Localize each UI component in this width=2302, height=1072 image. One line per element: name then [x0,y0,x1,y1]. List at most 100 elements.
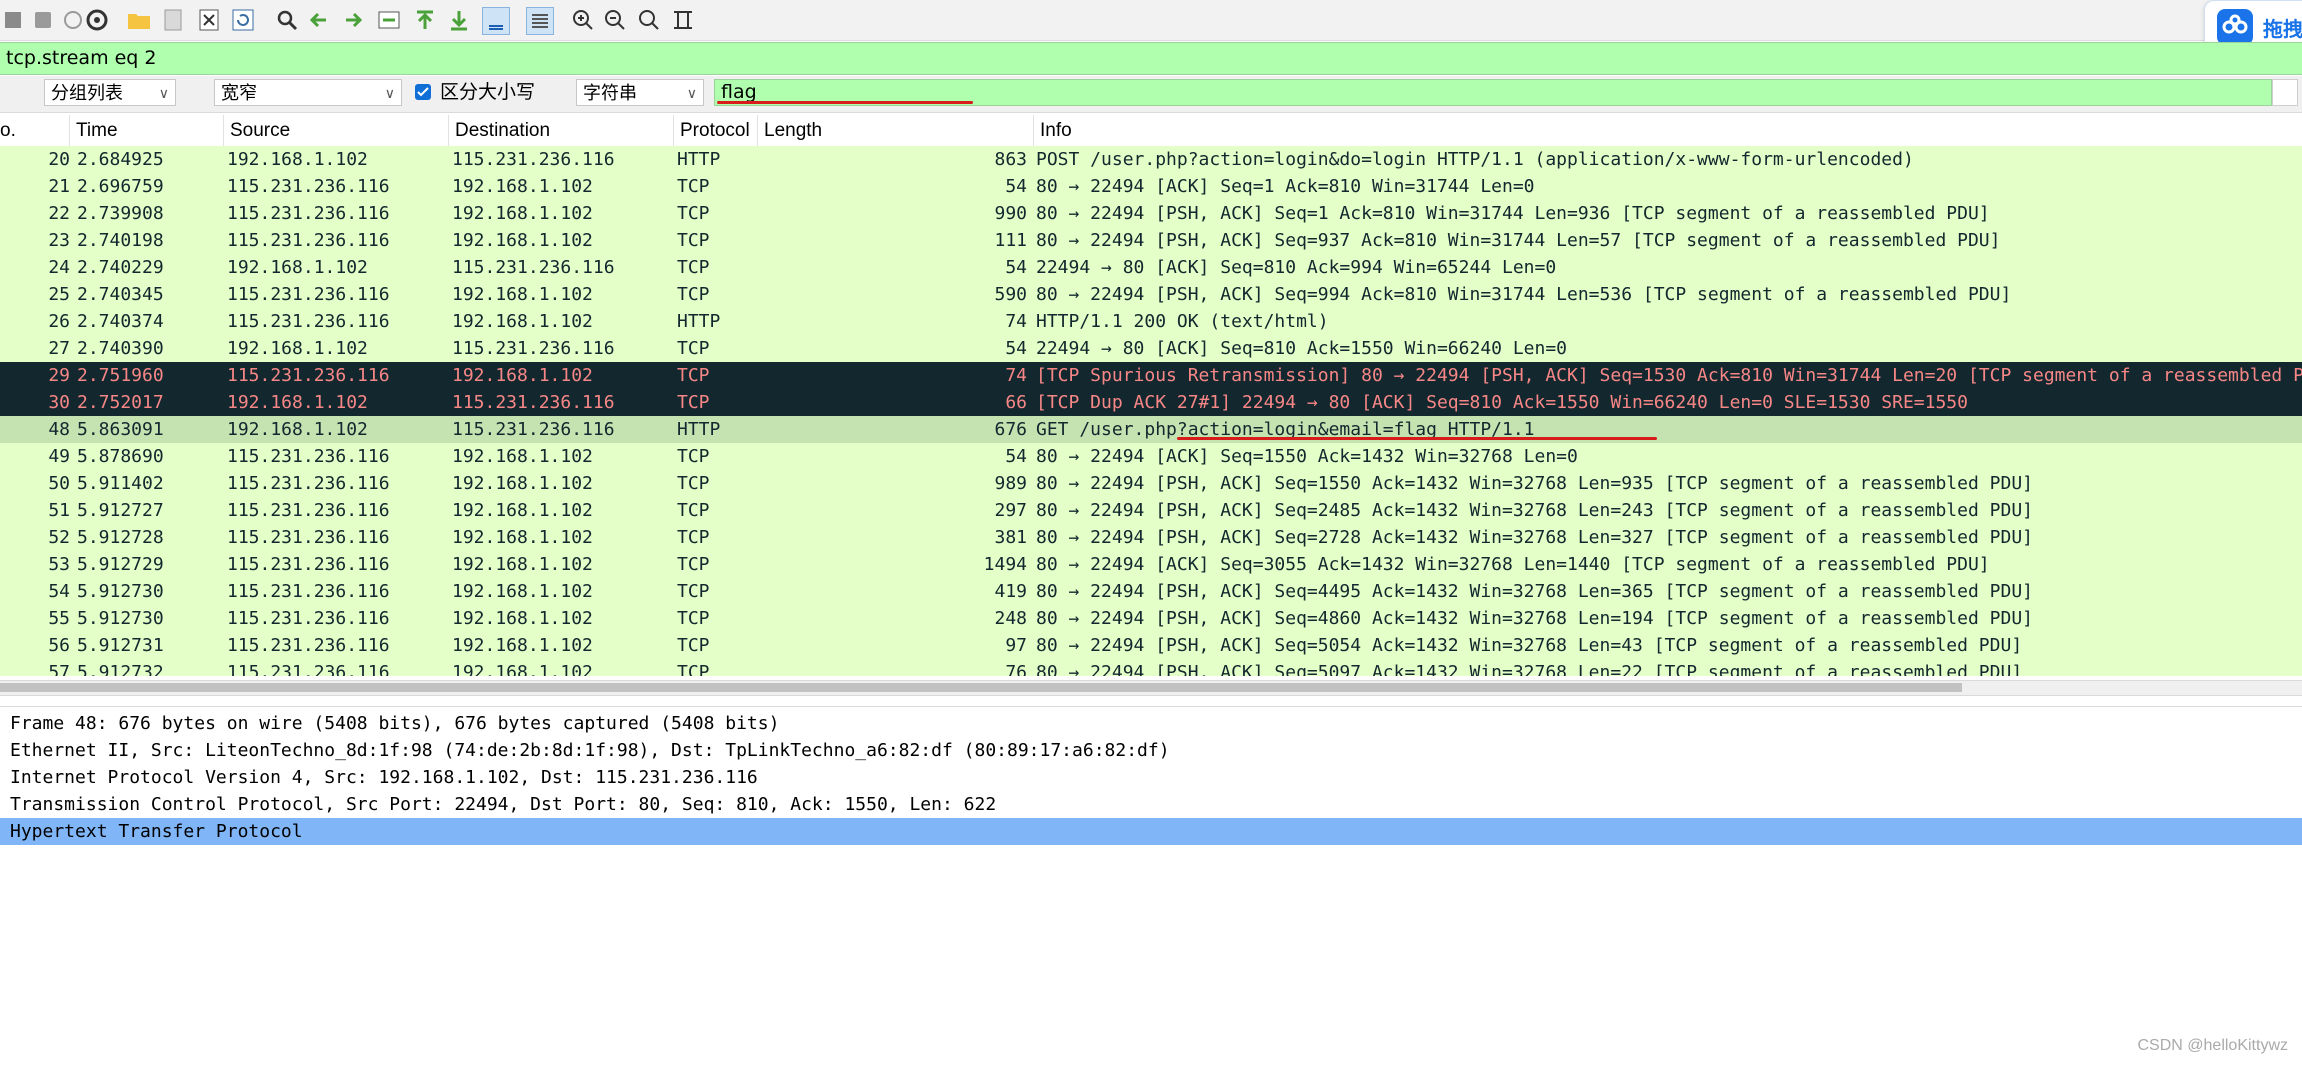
close-file-icon[interactable] [196,7,222,33]
table-row[interactable]: 25 2.740345 115.231.236.116 192.168.1.102 TC… [0,281,2302,308]
cell-destination: 115.231.236.116 [452,419,615,440]
table-row[interactable]: 56 5.912731 115.231.236.116 192.168.1.102 TC… [0,632,2302,659]
cell-no: 50 [48,473,70,494]
display-filter-input[interactable]: tcp.stream eq 2 [6,46,157,70]
table-row[interactable]: 26 2.740374 115.231.236.116 192.168.1.102 HT… [0,308,2302,335]
last-packet-icon[interactable] [446,7,472,33]
table-row[interactable]: 52 5.912728 115.231.236.116 192.168.1.102 TC… [0,524,2302,551]
cell-info: 80 → 22494 [ACK] Seq=1 Ack=810 Win=31744… [1036,176,1535,197]
cell-time: 5.912730 [77,608,164,629]
cell-destination: 192.168.1.102 [452,554,593,575]
auto-scroll-icon[interactable] [482,7,510,35]
column-info[interactable]: Info [1034,115,2302,146]
cell-info: 80 → 22494 [PSH, ACK] Seq=1 Ack=810 Win=… [1036,203,1990,224]
capture-options-icon[interactable] [60,7,86,33]
open-file-icon[interactable] [126,7,152,33]
table-row[interactable]: 20 2.684925 192.168.1.102 115.231.236.116 HT… [0,146,2302,173]
normal-size-icon[interactable] [636,7,662,33]
search-scope-value: 分组列表 [51,83,123,103]
table-row[interactable]: 49 5.878690 115.231.236.116 192.168.1.102 TC… [0,443,2302,470]
cell-no: 55 [48,608,70,629]
table-row[interactable]: 22 2.739908 115.231.236.116 192.168.1.102 TC… [0,200,2302,227]
cell-info: HTTP/1.1 200 OK (text/html) [1036,311,1329,332]
search-type-select[interactable]: 字符串 ∨ [576,79,704,106]
cell-protocol: TCP [677,392,710,413]
packet-list[interactable]: 20 2.684925 192.168.1.102 115.231.236.116 HT… [0,146,2302,676]
cell-info: 22494 → 80 [ACK] Seq=810 Ack=994 Win=652… [1036,257,1557,278]
detail-tree-item[interactable]: Hypertext Transfer Protocol [0,818,2302,845]
table-row[interactable]: 51 5.912727 115.231.236.116 192.168.1.102 TC… [0,497,2302,524]
colorize-icon[interactable] [526,7,554,35]
cell-info: 80 → 22494 [ACK] Seq=3055 Ack=1432 Win=3… [1036,554,1990,575]
column-destination[interactable]: Destination [449,115,674,146]
column-time[interactable]: Time [70,115,224,146]
cell-time: 5.912727 [77,500,164,521]
cell-time: 5.912732 [77,662,164,676]
table-row[interactable]: 50 5.911402 115.231.236.116 192.168.1.102 TC… [0,470,2302,497]
detail-tree-item[interactable]: Frame 48: 676 bytes on wire (5408 bits),… [0,710,2302,737]
cell-source: 192.168.1.102 [227,149,368,170]
restart-capture-icon[interactable] [30,7,56,33]
zoom-in-icon[interactable] [570,7,596,33]
gear-icon[interactable] [84,7,110,33]
table-row[interactable]: 23 2.740198 115.231.236.116 192.168.1.102 TC… [0,227,2302,254]
cell-length: 66 [1005,392,1027,413]
find-button[interactable] [2272,79,2298,106]
stop-capture-icon[interactable] [0,7,26,33]
save-file-icon[interactable] [160,7,186,33]
column-no[interactable]: o. [0,115,70,146]
cell-destination: 192.168.1.102 [452,635,593,656]
first-packet-icon[interactable] [412,7,438,33]
cell-protocol: TCP [677,284,710,305]
table-row[interactable]: 27 2.740390 192.168.1.102 115.231.236.116 TC… [0,335,2302,362]
cell-source: 115.231.236.116 [227,203,390,224]
table-row[interactable]: 24 2.740229 192.168.1.102 115.231.236.116 TC… [0,254,2302,281]
scrollbar-thumb[interactable] [0,683,1962,692]
column-protocol[interactable]: Protocol [674,115,758,146]
resize-columns-icon[interactable] [670,7,696,33]
cell-protocol: HTTP [677,149,721,170]
cell-length: 54 [1005,257,1027,278]
cell-protocol: TCP [677,581,710,602]
cell-time: 5.912730 [77,581,164,602]
cell-time: 5.911402 [77,473,164,494]
display-filter-bar: tcp.stream eq 2 [0,42,2302,75]
table-row[interactable]: 53 5.912729 115.231.236.116 192.168.1.102 TC… [0,551,2302,578]
cell-info: 80 → 22494 [PSH, ACK] Seq=5097 Ack=1432 … [1036,662,2023,676]
column-source[interactable]: Source [224,115,449,146]
detail-tree-item[interactable]: Ethernet II, Src: LiteonTechno_8d:1f:98 … [0,737,2302,764]
detail-tree-item[interactable]: Internet Protocol Version 4, Src: 192.16… [0,764,2302,791]
cell-length: 590 [994,284,1027,305]
table-row[interactable]: 29 2.751960 115.231.236.116 192.168.1.102 TC… [0,362,2302,389]
cell-no: 30 [48,392,70,413]
horizontal-scrollbar[interactable] [0,680,2302,696]
cell-no: 20 [48,149,70,170]
find-packet-icon[interactable] [274,7,300,33]
table-row[interactable]: 21 2.696759 115.231.236.116 192.168.1.102 TC… [0,173,2302,200]
cell-length: 74 [1005,365,1027,386]
search-type-value: 字符串 [583,83,637,103]
cell-source: 115.231.236.116 [227,311,390,332]
table-row[interactable]: 30 2.752017 192.168.1.102 115.231.236.116 TC… [0,389,2302,416]
column-length[interactable]: Length [758,115,1034,146]
table-row[interactable]: 55 5.912730 115.231.236.116 192.168.1.102 TC… [0,605,2302,632]
go-to-packet-icon[interactable] [376,7,402,33]
cell-source: 192.168.1.102 [227,257,368,278]
go-back-icon[interactable] [306,7,332,33]
zoom-out-icon[interactable] [602,7,628,33]
go-forward-icon[interactable] [340,7,366,33]
search-charset-select[interactable]: 宽窄 ∨ [214,79,402,106]
table-row-selected[interactable]: 48 5.863091 192.168.1.102 115.231.236.116 HT… [0,416,2302,443]
cell-time: 2.740345 [77,284,164,305]
chevron-down-icon: ∨ [384,85,395,101]
case-sensitive-checkbox[interactable] [415,84,431,100]
reload-icon[interactable] [230,7,256,33]
table-row[interactable]: 57 5.912732 115.231.236.116 192.168.1.102 TC… [0,659,2302,676]
cell-source: 115.231.236.116 [227,284,390,305]
cell-length: 54 [1005,176,1027,197]
cell-time: 5.912729 [77,554,164,575]
detail-tree-item[interactable]: Transmission Control Protocol, Src Port:… [0,791,2302,818]
search-charset-value: 宽窄 [221,83,257,103]
table-row[interactable]: 54 5.912730 115.231.236.116 192.168.1.102 TC… [0,578,2302,605]
search-scope-select[interactable]: 分组列表 ∨ [44,79,176,106]
